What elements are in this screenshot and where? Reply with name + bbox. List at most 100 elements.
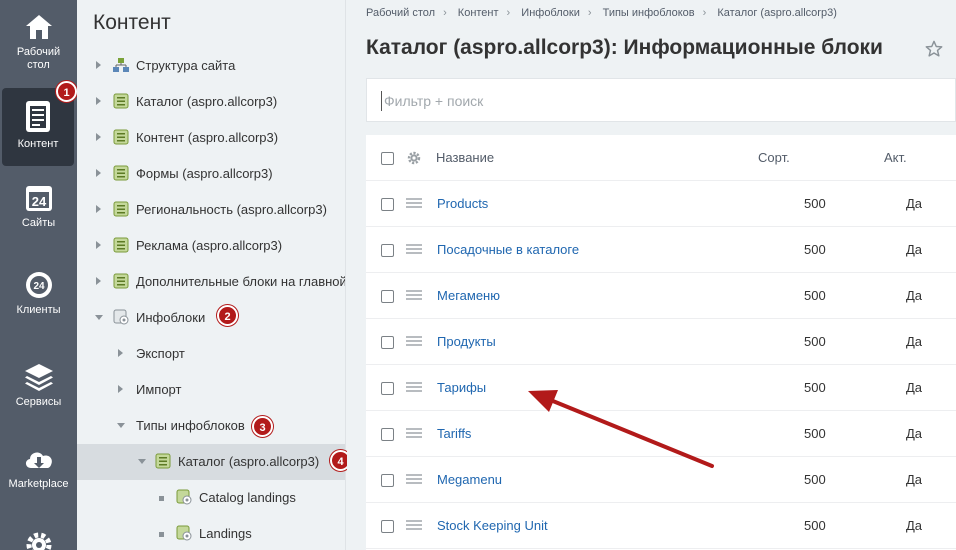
rail-item-marketplace[interactable]: Marketplace <box>0 446 77 506</box>
row-menu-icon[interactable] <box>406 198 422 209</box>
row-checkbox[interactable] <box>381 290 394 303</box>
expand-arrow-icon[interactable] <box>96 277 101 285</box>
rail-item-sites[interactable]: 24 Сайты <box>0 183 77 243</box>
expand-arrow-icon[interactable] <box>96 133 101 141</box>
row-name-link[interactable]: Мегаменю <box>437 288 500 303</box>
expand-arrow-icon[interactable] <box>118 349 123 357</box>
table-header-row: Название Сорт. Акт. <box>366 135 956 181</box>
tree-item-regionality[interactable]: Региональность (aspro.allcorp3) <box>77 192 345 228</box>
row-checkbox[interactable] <box>381 336 394 349</box>
breadcrumb-item[interactable]: Типы инфоблоков <box>603 7 695 19</box>
iblocks-table: Название Сорт. Акт. Products 500 Да Поса… <box>366 135 956 550</box>
rail-item-desktop[interactable]: Рабочий стол <box>0 8 77 78</box>
table-row: Продукты 500 Да <box>366 319 956 365</box>
tree-item-label: Catalog landings <box>199 490 296 505</box>
tree-item-catalog-type-selected[interactable]: Каталог (aspro.allcorp3) <box>77 444 345 480</box>
tree-item-site-structure[interactable]: Структура сайта <box>77 48 345 84</box>
row-active: Да <box>906 380 923 395</box>
filter-search-bar[interactable] <box>366 78 956 122</box>
select-all-checkbox[interactable] <box>381 152 394 165</box>
row-menu-icon[interactable] <box>406 428 422 439</box>
calendar-icon: 24 <box>25 186 52 211</box>
table-row: Тарифы 500 Да <box>366 365 956 411</box>
tree-item-extra-blocks[interactable]: Дополнительные блоки на главной <box>77 264 346 300</box>
collapse-arrow-icon[interactable] <box>95 315 103 320</box>
tree-item-ads[interactable]: Реклама (aspro.allcorp3) <box>77 228 345 264</box>
settings-gear-icon[interactable] <box>407 151 421 165</box>
row-checkbox[interactable] <box>381 244 394 257</box>
rail-label-clients: Клиенты <box>16 304 61 316</box>
row-menu-icon[interactable] <box>406 336 422 347</box>
row-name-link[interactable]: Продукты <box>437 334 496 349</box>
cloud-download-icon <box>25 452 52 468</box>
row-checkbox[interactable] <box>381 428 394 441</box>
clients-icon: 24 <box>25 272 52 298</box>
row-menu-icon[interactable] <box>406 290 422 301</box>
expand-arrow-icon[interactable] <box>96 205 101 213</box>
row-checkbox[interactable] <box>381 198 394 211</box>
iblock-type-icon <box>113 237 129 253</box>
rail-label-services: Сервисы <box>15 396 62 408</box>
row-menu-icon[interactable] <box>406 474 422 485</box>
row-name-link[interactable]: Посадочные в каталоге <box>437 242 579 257</box>
column-header-sort[interactable]: Сорт. <box>758 150 790 165</box>
tree-item-forms[interactable]: Формы (aspro.allcorp3) <box>77 156 345 192</box>
table-row: Products 500 Да <box>366 181 956 227</box>
iblock-type-icon <box>113 165 129 181</box>
tree-item-landings[interactable]: Landings <box>77 516 345 550</box>
rail-item-settings[interactable] <box>0 530 77 550</box>
table-row: Megamenu 500 Да <box>366 457 956 503</box>
iblock-type-icon <box>113 201 129 217</box>
row-active: Да <box>906 472 923 487</box>
row-name-link[interactable]: Products <box>437 196 488 211</box>
tree-item-label: Региональность (aspro.allcorp3) <box>136 202 327 217</box>
table-row: Посадочные в каталоге 500 Да <box>366 227 956 273</box>
collapse-arrow-icon[interactable] <box>117 423 125 428</box>
rail-item-services[interactable]: Сервисы <box>0 362 77 422</box>
expand-arrow-icon[interactable] <box>96 97 101 105</box>
document-icon <box>26 101 50 132</box>
tree-item-label: Типы инфоблоков <box>136 418 245 433</box>
tree-item-import[interactable]: Импорт <box>77 372 345 408</box>
expand-arrow-icon[interactable] <box>96 61 101 69</box>
annotation-badge-2: 2 <box>217 305 238 326</box>
row-name-link[interactable]: Megamenu <box>437 472 502 487</box>
tree-item-iblocks[interactable]: Инфоблоки <box>77 300 345 336</box>
row-name-link[interactable]: Stock Keeping Unit <box>437 518 548 533</box>
row-active: Да <box>906 518 923 533</box>
row-sort: 500 <box>804 518 826 533</box>
star-icon[interactable] <box>925 40 943 58</box>
breadcrumb-item[interactable]: Контент <box>458 7 499 19</box>
tree-item-iblock-types[interactable]: Типы инфоблоков <box>77 408 345 444</box>
gear-icon <box>26 532 51 550</box>
rail-item-clients[interactable]: 24 Клиенты <box>0 270 77 330</box>
tree-item-catalog-landings[interactable]: Catalog landings <box>77 480 345 516</box>
rail-label-marketplace: Marketplace <box>8 478 69 490</box>
table-row: Мегаменю 500 Да <box>366 273 956 319</box>
breadcrumb-item[interactable]: Рабочий стол <box>366 7 435 19</box>
tree-item-label: Дополнительные блоки на главной <box>136 274 346 289</box>
row-checkbox[interactable] <box>381 520 394 533</box>
tree-item-content[interactable]: Контент (aspro.allcorp3) <box>77 120 345 156</box>
collapse-arrow-icon[interactable] <box>138 459 146 464</box>
expand-arrow-icon[interactable] <box>96 241 101 249</box>
iblocks-settings-icon <box>113 309 129 325</box>
filter-search-input[interactable] <box>381 91 901 111</box>
tree-item-catalog[interactable]: Каталог (aspro.allcorp3) <box>77 84 345 120</box>
row-name-link[interactable]: Tariffs <box>437 426 471 441</box>
breadcrumb-item[interactable]: Каталог (aspro.allcorp3) <box>717 7 836 19</box>
row-checkbox[interactable] <box>381 474 394 487</box>
row-menu-icon[interactable] <box>406 382 422 393</box>
column-header-active[interactable]: Акт. <box>884 150 907 165</box>
row-name-link[interactable]: Тарифы <box>437 380 486 395</box>
row-menu-icon[interactable] <box>406 520 422 531</box>
expand-arrow-icon[interactable] <box>118 385 123 393</box>
row-checkbox[interactable] <box>381 382 394 395</box>
row-menu-icon[interactable] <box>406 244 422 255</box>
tree-item-label: Инфоблоки <box>136 310 206 325</box>
tree-item-label: Контент (aspro.allcorp3) <box>136 130 279 145</box>
tree-item-export[interactable]: Экспорт <box>77 336 345 372</box>
column-header-name[interactable]: Название <box>436 150 494 165</box>
expand-arrow-icon[interactable] <box>96 169 101 177</box>
breadcrumb-item[interactable]: Инфоблоки <box>521 7 580 19</box>
